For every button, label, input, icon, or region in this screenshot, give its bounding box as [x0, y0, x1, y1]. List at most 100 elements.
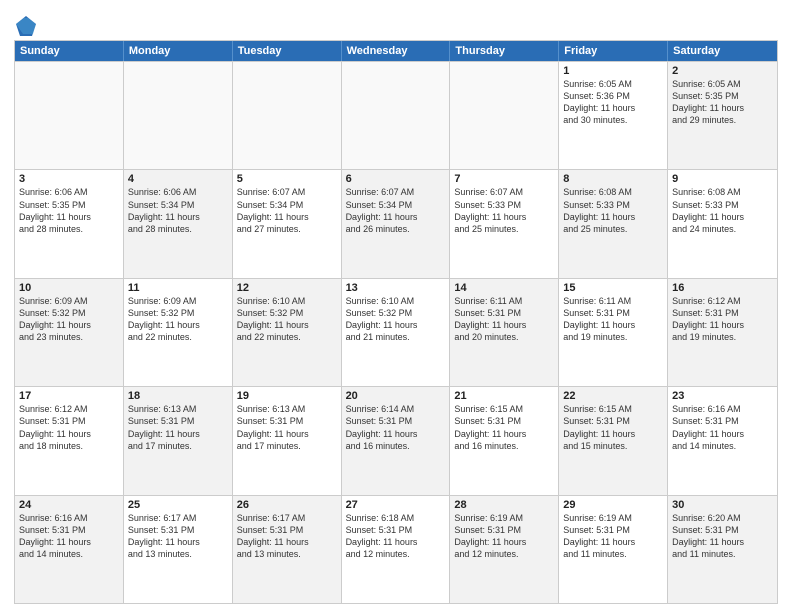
day-number: 12	[237, 282, 337, 294]
week-row-5: 24Sunrise: 6:16 AM Sunset: 5:31 PM Dayli…	[15, 495, 777, 603]
day-number: 2	[672, 65, 773, 77]
day-number: 4	[128, 173, 228, 185]
day-number: 16	[672, 282, 773, 294]
day-detail: Sunrise: 6:13 AM Sunset: 5:31 PM Dayligh…	[128, 403, 228, 452]
day-header-sunday: Sunday	[15, 41, 124, 61]
day-cell-15: 15Sunrise: 6:11 AM Sunset: 5:31 PM Dayli…	[559, 279, 668, 386]
day-cell-30: 30Sunrise: 6:20 AM Sunset: 5:31 PM Dayli…	[668, 496, 777, 603]
day-cell-6: 6Sunrise: 6:07 AM Sunset: 5:34 PM Daylig…	[342, 170, 451, 277]
day-cell-empty-2	[233, 62, 342, 169]
day-cell-empty-3	[342, 62, 451, 169]
day-cell-2: 2Sunrise: 6:05 AM Sunset: 5:35 PM Daylig…	[668, 62, 777, 169]
day-number: 23	[672, 390, 773, 402]
day-cell-16: 16Sunrise: 6:12 AM Sunset: 5:31 PM Dayli…	[668, 279, 777, 386]
day-cell-25: 25Sunrise: 6:17 AM Sunset: 5:31 PM Dayli…	[124, 496, 233, 603]
day-cell-10: 10Sunrise: 6:09 AM Sunset: 5:32 PM Dayli…	[15, 279, 124, 386]
day-cell-21: 21Sunrise: 6:15 AM Sunset: 5:31 PM Dayli…	[450, 387, 559, 494]
day-number: 1	[563, 65, 663, 77]
day-header-tuesday: Tuesday	[233, 41, 342, 61]
day-cell-7: 7Sunrise: 6:07 AM Sunset: 5:33 PM Daylig…	[450, 170, 559, 277]
day-detail: Sunrise: 6:20 AM Sunset: 5:31 PM Dayligh…	[672, 512, 773, 561]
day-detail: Sunrise: 6:18 AM Sunset: 5:31 PM Dayligh…	[346, 512, 446, 561]
logo	[14, 14, 42, 38]
day-detail: Sunrise: 6:15 AM Sunset: 5:31 PM Dayligh…	[563, 403, 663, 452]
day-number: 18	[128, 390, 228, 402]
day-detail: Sunrise: 6:14 AM Sunset: 5:31 PM Dayligh…	[346, 403, 446, 452]
calendar: SundayMondayTuesdayWednesdayThursdayFrid…	[14, 40, 778, 604]
day-cell-empty-4	[450, 62, 559, 169]
day-cell-19: 19Sunrise: 6:13 AM Sunset: 5:31 PM Dayli…	[233, 387, 342, 494]
day-number: 26	[237, 499, 337, 511]
day-cell-24: 24Sunrise: 6:16 AM Sunset: 5:31 PM Dayli…	[15, 496, 124, 603]
day-number: 15	[563, 282, 663, 294]
day-cell-28: 28Sunrise: 6:19 AM Sunset: 5:31 PM Dayli…	[450, 496, 559, 603]
day-detail: Sunrise: 6:16 AM Sunset: 5:31 PM Dayligh…	[19, 512, 119, 561]
day-cell-23: 23Sunrise: 6:16 AM Sunset: 5:31 PM Dayli…	[668, 387, 777, 494]
day-header-thursday: Thursday	[450, 41, 559, 61]
day-number: 3	[19, 173, 119, 185]
day-number: 24	[19, 499, 119, 511]
day-detail: Sunrise: 6:05 AM Sunset: 5:35 PM Dayligh…	[672, 78, 773, 127]
day-cell-5: 5Sunrise: 6:07 AM Sunset: 5:34 PM Daylig…	[233, 170, 342, 277]
day-number: 14	[454, 282, 554, 294]
page: SundayMondayTuesdayWednesdayThursdayFrid…	[0, 0, 792, 612]
day-detail: Sunrise: 6:15 AM Sunset: 5:31 PM Dayligh…	[454, 403, 554, 452]
day-number: 20	[346, 390, 446, 402]
day-number: 30	[672, 499, 773, 511]
day-cell-empty-0	[15, 62, 124, 169]
day-detail: Sunrise: 6:19 AM Sunset: 5:31 PM Dayligh…	[563, 512, 663, 561]
day-cell-27: 27Sunrise: 6:18 AM Sunset: 5:31 PM Dayli…	[342, 496, 451, 603]
day-detail: Sunrise: 6:11 AM Sunset: 5:31 PM Dayligh…	[563, 295, 663, 344]
day-number: 6	[346, 173, 446, 185]
day-detail: Sunrise: 6:06 AM Sunset: 5:34 PM Dayligh…	[128, 186, 228, 235]
day-detail: Sunrise: 6:07 AM Sunset: 5:33 PM Dayligh…	[454, 186, 554, 235]
day-header-friday: Friday	[559, 41, 668, 61]
day-header-saturday: Saturday	[668, 41, 777, 61]
day-cell-11: 11Sunrise: 6:09 AM Sunset: 5:32 PM Dayli…	[124, 279, 233, 386]
day-cell-9: 9Sunrise: 6:08 AM Sunset: 5:33 PM Daylig…	[668, 170, 777, 277]
day-cell-3: 3Sunrise: 6:06 AM Sunset: 5:35 PM Daylig…	[15, 170, 124, 277]
calendar-body: 1Sunrise: 6:05 AM Sunset: 5:36 PM Daylig…	[15, 61, 777, 603]
day-detail: Sunrise: 6:05 AM Sunset: 5:36 PM Dayligh…	[563, 78, 663, 127]
day-cell-17: 17Sunrise: 6:12 AM Sunset: 5:31 PM Dayli…	[15, 387, 124, 494]
day-cell-26: 26Sunrise: 6:17 AM Sunset: 5:31 PM Dayli…	[233, 496, 342, 603]
day-detail: Sunrise: 6:10 AM Sunset: 5:32 PM Dayligh…	[237, 295, 337, 344]
day-detail: Sunrise: 6:11 AM Sunset: 5:31 PM Dayligh…	[454, 295, 554, 344]
day-detail: Sunrise: 6:07 AM Sunset: 5:34 PM Dayligh…	[237, 186, 337, 235]
day-number: 25	[128, 499, 228, 511]
day-cell-empty-1	[124, 62, 233, 169]
logo-icon	[14, 14, 38, 38]
day-number: 29	[563, 499, 663, 511]
day-detail: Sunrise: 6:12 AM Sunset: 5:31 PM Dayligh…	[672, 295, 773, 344]
day-detail: Sunrise: 6:07 AM Sunset: 5:34 PM Dayligh…	[346, 186, 446, 235]
week-row-1: 1Sunrise: 6:05 AM Sunset: 5:36 PM Daylig…	[15, 61, 777, 169]
day-number: 11	[128, 282, 228, 294]
day-number: 13	[346, 282, 446, 294]
day-detail: Sunrise: 6:13 AM Sunset: 5:31 PM Dayligh…	[237, 403, 337, 452]
day-number: 21	[454, 390, 554, 402]
day-header-wednesday: Wednesday	[342, 41, 451, 61]
day-cell-29: 29Sunrise: 6:19 AM Sunset: 5:31 PM Dayli…	[559, 496, 668, 603]
day-number: 8	[563, 173, 663, 185]
day-detail: Sunrise: 6:06 AM Sunset: 5:35 PM Dayligh…	[19, 186, 119, 235]
day-cell-22: 22Sunrise: 6:15 AM Sunset: 5:31 PM Dayli…	[559, 387, 668, 494]
day-detail: Sunrise: 6:10 AM Sunset: 5:32 PM Dayligh…	[346, 295, 446, 344]
day-detail: Sunrise: 6:17 AM Sunset: 5:31 PM Dayligh…	[237, 512, 337, 561]
calendar-header: SundayMondayTuesdayWednesdayThursdayFrid…	[15, 41, 777, 61]
day-cell-14: 14Sunrise: 6:11 AM Sunset: 5:31 PM Dayli…	[450, 279, 559, 386]
week-row-3: 10Sunrise: 6:09 AM Sunset: 5:32 PM Dayli…	[15, 278, 777, 386]
day-cell-12: 12Sunrise: 6:10 AM Sunset: 5:32 PM Dayli…	[233, 279, 342, 386]
week-row-4: 17Sunrise: 6:12 AM Sunset: 5:31 PM Dayli…	[15, 386, 777, 494]
day-cell-4: 4Sunrise: 6:06 AM Sunset: 5:34 PM Daylig…	[124, 170, 233, 277]
day-detail: Sunrise: 6:16 AM Sunset: 5:31 PM Dayligh…	[672, 403, 773, 452]
day-cell-1: 1Sunrise: 6:05 AM Sunset: 5:36 PM Daylig…	[559, 62, 668, 169]
day-detail: Sunrise: 6:08 AM Sunset: 5:33 PM Dayligh…	[672, 186, 773, 235]
day-cell-8: 8Sunrise: 6:08 AM Sunset: 5:33 PM Daylig…	[559, 170, 668, 277]
day-detail: Sunrise: 6:08 AM Sunset: 5:33 PM Dayligh…	[563, 186, 663, 235]
header	[14, 10, 778, 38]
day-detail: Sunrise: 6:17 AM Sunset: 5:31 PM Dayligh…	[128, 512, 228, 561]
day-cell-20: 20Sunrise: 6:14 AM Sunset: 5:31 PM Dayli…	[342, 387, 451, 494]
day-number: 22	[563, 390, 663, 402]
week-row-2: 3Sunrise: 6:06 AM Sunset: 5:35 PM Daylig…	[15, 169, 777, 277]
day-number: 10	[19, 282, 119, 294]
